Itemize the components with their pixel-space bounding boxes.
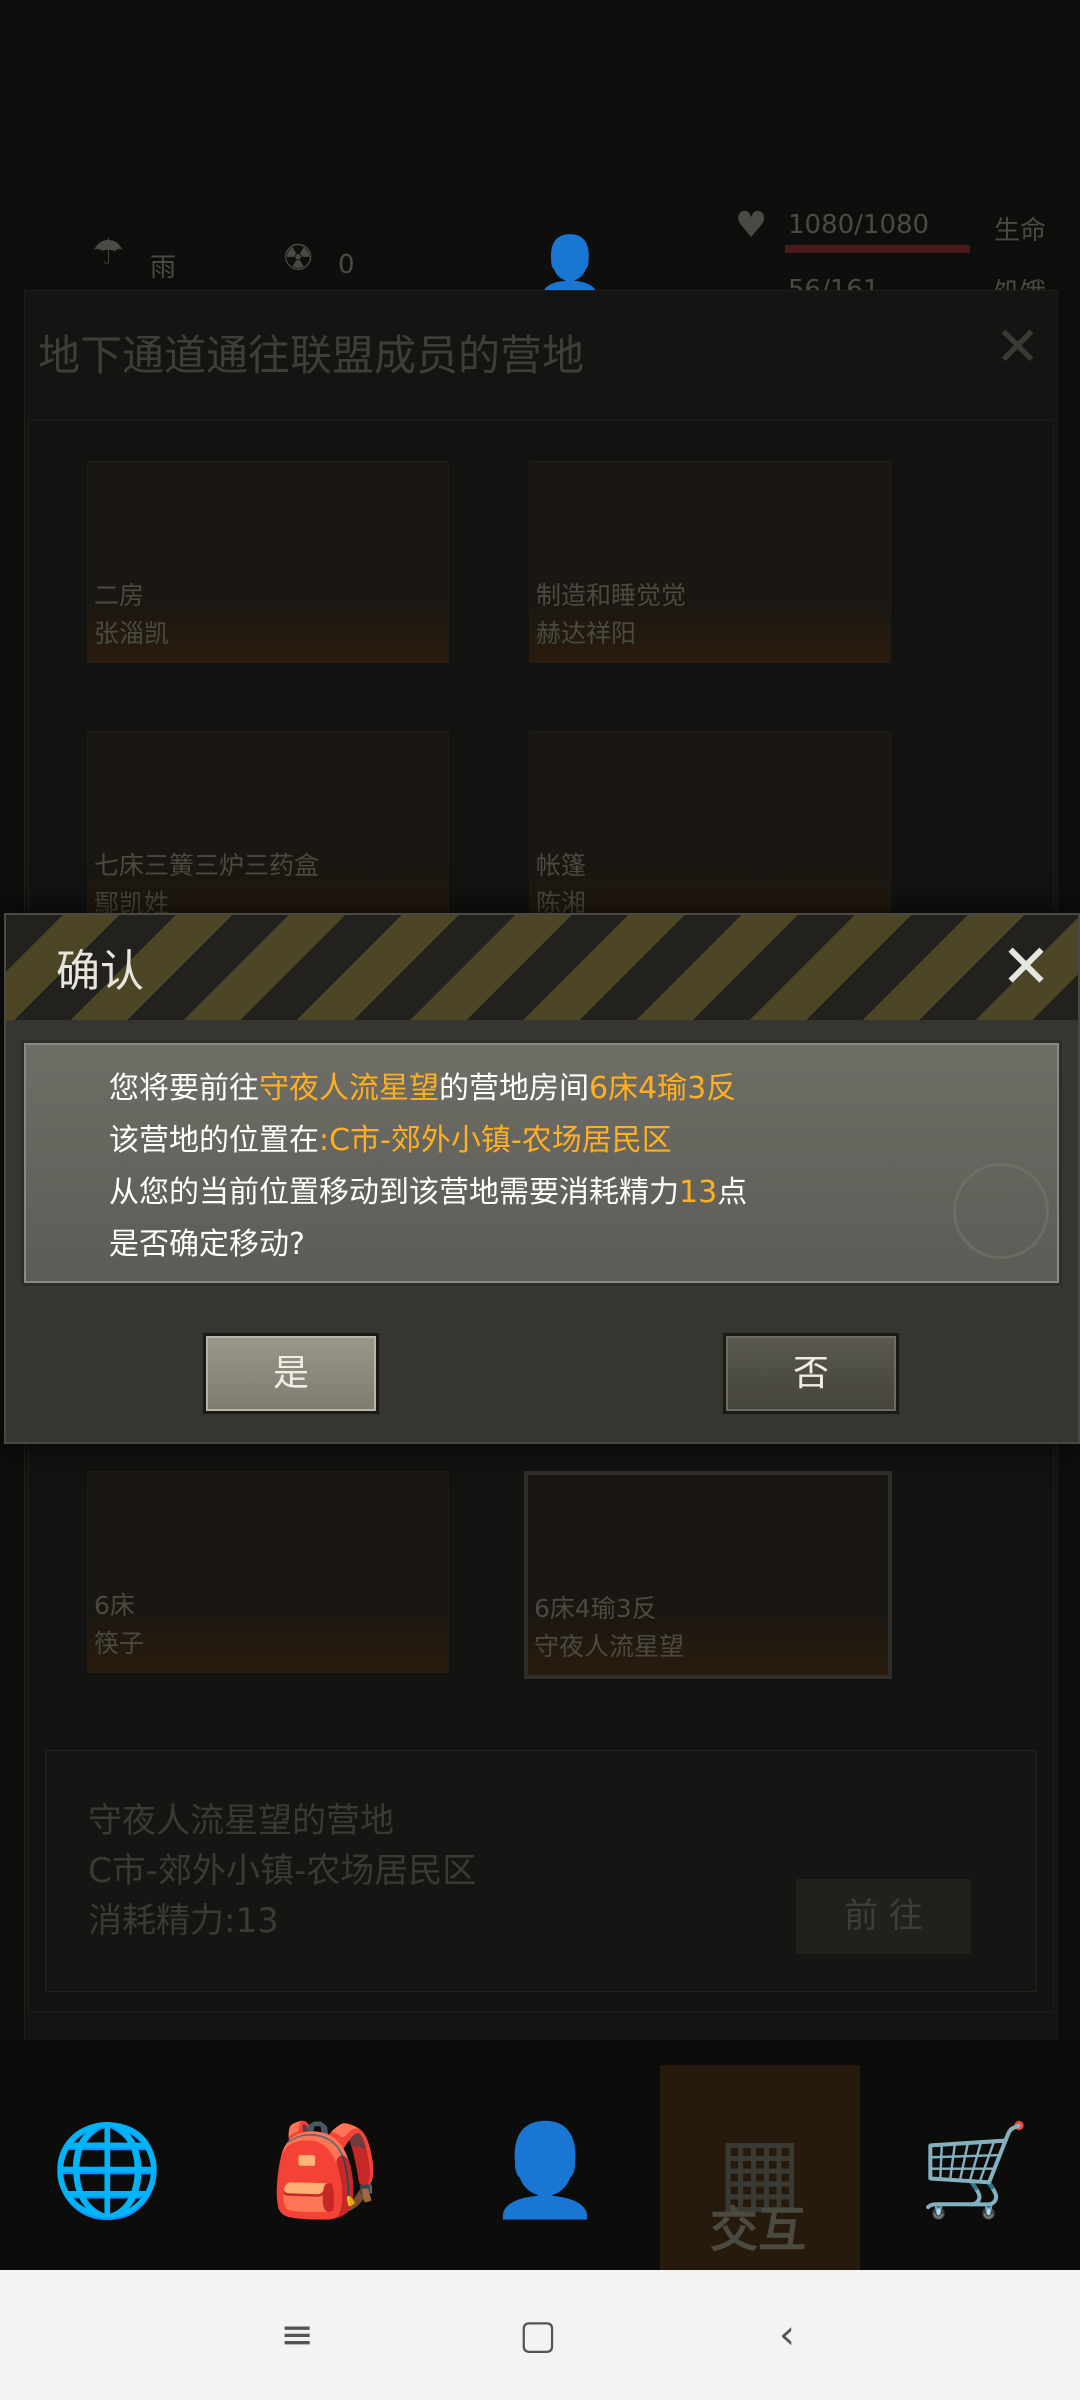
room-card[interactable]: 二房 张淄凯 (87, 461, 449, 663)
weather-label: 雨 (150, 253, 177, 283)
msg-text: 的营地房间 (439, 1071, 589, 1106)
nav-interact-label: 交互 (710, 2202, 807, 2258)
room-owner: 赫达祥阳 (536, 619, 637, 648)
message-line-1: 您将要前往守夜人流星望的营地房间6床4瑜3反 (109, 1063, 736, 1107)
goto-button[interactable]: 前 往 (796, 1879, 971, 1954)
hp-value: 1080/1080 (788, 210, 930, 240)
hazard-icon (953, 1163, 1049, 1259)
skills-head-icon[interactable]: 👤 (470, 2095, 620, 2245)
room-owner: 守夜人流星望 (534, 1632, 685, 1661)
dialog-title: 确认 (56, 946, 144, 997)
cost-highlight: 13 (679, 1175, 718, 1210)
message-line-4: 是否确定移动? (109, 1227, 305, 1262)
panel-close-icon[interactable]: ✕ (995, 320, 1040, 374)
weather-icon: ☂ (92, 232, 125, 273)
yes-button[interactable]: 是 (203, 1333, 379, 1414)
room-card[interactable]: 帐篷 陈湘 (529, 731, 891, 933)
radiation-icon: ☢ (282, 238, 315, 279)
hp-bar (785, 245, 970, 253)
room-owner: 张淄凯 (94, 619, 170, 648)
camp-location: C市-郊外小镇-农场居民区 (88, 1851, 477, 1891)
backpack-icon[interactable]: 🎒 (250, 2095, 400, 2245)
cart-icon[interactable]: 🛒 (900, 2095, 1050, 2245)
confirm-dialog: 确认 ✕ 您将要前往守夜人流星望的营地房间6床4瑜3反 该营地的位置在:C市-郊… (4, 913, 1080, 1444)
room-card[interactable]: 七床三簧三炉三药盒 鄢凯姓 (87, 731, 449, 933)
camp-owner-name: 守夜人流星望 (259, 1071, 439, 1106)
msg-text: 您将要前往 (109, 1071, 259, 1106)
radiation-value: 0 (338, 250, 355, 280)
msg-text: 从您的当前位置移动到该营地需要消耗精力 (109, 1175, 679, 1210)
room-name-highlight: 6床4瑜3反 (589, 1071, 737, 1106)
camp-name: 守夜人流星望的营地 (88, 1801, 394, 1841)
message-line-3: 从您的当前位置移动到该营地需要消耗精力13点 (109, 1167, 747, 1211)
room-name: 帐篷 (536, 851, 587, 880)
close-icon[interactable]: ✕ (996, 937, 1056, 997)
bottom-nav: 🌐 🎒 👤 ▦ 交互 🛒 (0, 2040, 1080, 2270)
hp-label: 生命 (994, 216, 1047, 246)
room-card[interactable]: 制造和睡觉觉 赫达祥阳 (529, 461, 891, 663)
camp-cost: 消耗精力:13 (88, 1901, 279, 1941)
no-button[interactable]: 否 (723, 1333, 899, 1414)
message-line-2: 该营地的位置在:C市-郊外小镇-农场居民区 (109, 1115, 672, 1159)
room-name: 七床三簧三炉三药盒 (94, 851, 320, 880)
heart-icon: ♥ (735, 205, 768, 246)
camp-info-box: 守夜人流星望的营地 C市-郊外小镇-农场居民区 消耗精力:13 前 往 (45, 1750, 1037, 1992)
room-card-selected[interactable]: 6床4瑜3反 守夜人流星望 (524, 1471, 892, 1679)
room-name: 二房 (94, 581, 145, 610)
dialog-message-box: 您将要前往守夜人流星望的营地房间6床4瑜3反 该营地的位置在:C市-郊外小镇-农… (21, 1040, 1062, 1286)
room-card[interactable]: 6床 筷子 (87, 1471, 449, 1673)
msg-text: 点 (717, 1175, 748, 1210)
msg-text: 该营地的位置在 (109, 1123, 319, 1158)
panel-title: 地下通道通往联盟成员的营地 (38, 331, 585, 380)
room-owner: 筷子 (94, 1629, 145, 1658)
room-name: 6床4瑜3反 (534, 1594, 657, 1623)
menu-icon[interactable]: ≡ (272, 2310, 322, 2360)
globe-icon[interactable]: 🌐 (32, 2095, 182, 2245)
back-icon[interactable]: ‹ (762, 2310, 812, 2360)
system-nav-bar: ≡ ▢ ‹ (0, 2270, 1080, 2400)
location-highlight: :C市-郊外小镇-农场居民区 (319, 1123, 672, 1158)
room-name: 制造和睡觉觉 (536, 581, 687, 610)
room-name: 6床 (94, 1591, 135, 1620)
home-icon[interactable]: ▢ (513, 2310, 563, 2360)
player-add-icon[interactable]: 👤 (535, 232, 605, 298)
dialog-header (6, 915, 1078, 1020)
